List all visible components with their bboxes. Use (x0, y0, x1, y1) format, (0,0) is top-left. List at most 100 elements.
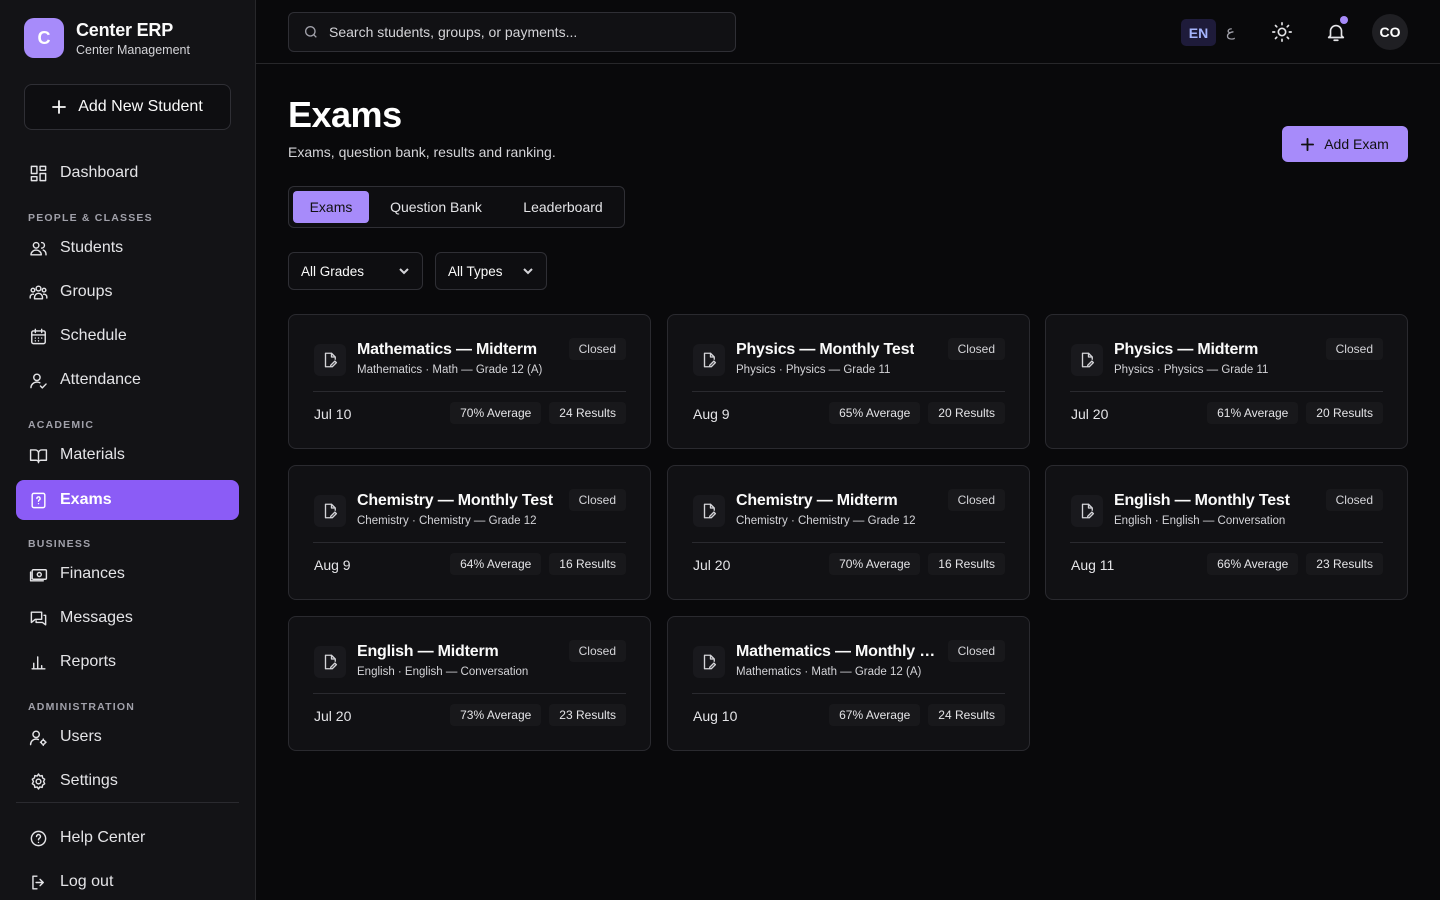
tab-exams[interactable]: Exams (293, 191, 369, 223)
add-exam-button[interactable]: Add Exam (1282, 126, 1408, 162)
sidebar-item-reports[interactable]: Reports (16, 642, 239, 682)
sidebar-item-logout[interactable]: Log out (16, 862, 239, 900)
exam-card[interactable]: English — Monthly Test English · English… (1045, 465, 1408, 600)
sidebar-item-settings[interactable]: Settings (16, 761, 239, 801)
exam-title: Mathematics — Monthly Test (736, 643, 936, 660)
exam-meta: Physics · Physics — Grade 11 (1114, 364, 1269, 376)
results-badge: 23 Results (1306, 553, 1383, 575)
exam-date: Aug 9 (693, 406, 730, 422)
sidebar-item-label: Dashboard (60, 164, 139, 181)
exam-card[interactable]: Mathematics — Monthly Test Mathematics ·… (667, 616, 1030, 751)
add-new-student-label: Add New Student (78, 98, 203, 115)
plus-icon (1301, 137, 1315, 151)
status-badge: Closed (568, 338, 626, 360)
bell-icon (1327, 24, 1345, 42)
search-box[interactable] (288, 12, 736, 52)
book-open-icon (28, 445, 48, 465)
status-badge: Closed (947, 489, 1005, 511)
sidebar-item-messages[interactable]: Messages (16, 598, 239, 638)
exam-icon (28, 490, 48, 510)
file-edit-icon (693, 344, 725, 376)
search-input[interactable] (329, 24, 709, 40)
exam-title: Physics — Midterm (1114, 341, 1259, 358)
notification-dot (1340, 16, 1348, 24)
card-divider (313, 693, 626, 694)
exam-card[interactable]: Chemistry — Midterm Chemistry · Chemistr… (667, 465, 1030, 600)
exam-title: Mathematics — Midterm (357, 341, 537, 358)
exam-title: Chemistry — Midterm (736, 492, 898, 509)
exam-card[interactable]: Physics — Monthly Test Physics · Physics… (667, 314, 1030, 449)
exam-card[interactable]: Mathematics — Midterm Mathematics · Math… (288, 314, 651, 449)
file-edit-icon (1071, 344, 1103, 376)
language-ar-button[interactable]: ع (1226, 22, 1235, 40)
file-edit-icon (314, 646, 346, 678)
exam-title: English — Monthly Test (1114, 492, 1290, 509)
card-divider (1070, 542, 1383, 543)
sidebar-item-exams[interactable]: Exams (16, 480, 239, 520)
average-badge: 70% Average (450, 402, 542, 424)
avatar[interactable]: CO (1372, 14, 1408, 50)
page-subtitle: Exams, question bank, results and rankin… (288, 144, 556, 160)
help-circle-icon (28, 828, 48, 848)
section-title-academic: ACADEMIC (28, 419, 95, 431)
section-title-business: BUSINESS (28, 538, 92, 550)
type-filter-select[interactable]: All Types (435, 252, 547, 290)
status-badge: Closed (947, 640, 1005, 662)
average-badge: 67% Average (829, 704, 921, 726)
sidebar-item-dashboard[interactable]: Dashboard (16, 153, 239, 193)
sidebar-item-label: Messages (60, 609, 133, 626)
sidebar-item-label: Attendance (60, 371, 141, 388)
bar-chart-icon (28, 652, 48, 672)
exam-card[interactable]: Chemistry — Monthly Test Chemistry · Che… (288, 465, 651, 600)
log-out-icon (28, 872, 48, 892)
calendar-icon (28, 326, 48, 346)
grade-filter-select[interactable]: All Grades (288, 252, 423, 290)
tab-question-bank[interactable]: Question Bank (379, 191, 493, 223)
exam-date: Jul 10 (314, 406, 352, 422)
file-edit-icon (693, 646, 725, 678)
card-divider (692, 391, 1005, 392)
average-badge: 73% Average (450, 704, 542, 726)
exam-date: Jul 20 (1071, 406, 1109, 422)
chevron-down-icon (523, 268, 533, 275)
average-badge: 66% Average (1207, 553, 1299, 575)
card-divider (313, 542, 626, 543)
sidebar-item-groups[interactable]: Groups (16, 272, 239, 312)
card-divider (1070, 391, 1383, 392)
exam-card[interactable]: Physics — Midterm Physics · Physics — Gr… (1045, 314, 1408, 449)
status-badge: Closed (1325, 338, 1383, 360)
section-title-people: PEOPLE & CLASSES (28, 212, 153, 224)
sidebar-item-materials[interactable]: Materials (16, 435, 239, 475)
sidebar-item-label: Groups (60, 283, 113, 300)
dashboard-icon (28, 163, 48, 183)
banknote-icon (28, 564, 48, 584)
card-divider (692, 542, 1005, 543)
language-en-button[interactable]: EN (1181, 19, 1216, 46)
sidebar-item-users[interactable]: Users (16, 717, 239, 757)
card-divider (313, 391, 626, 392)
average-badge: 64% Average (450, 553, 542, 575)
chevron-down-icon (399, 268, 409, 275)
brand[interactable]: C Center ERP Center Management (24, 18, 190, 58)
file-edit-icon (314, 344, 346, 376)
sidebar-item-label: Help Center (60, 829, 146, 846)
theme-toggle-button[interactable] (1264, 14, 1300, 50)
sidebar-item-students[interactable]: Students (16, 228, 239, 268)
notifications-button[interactable] (1318, 14, 1354, 50)
add-new-student-button[interactable]: Add New Student (24, 84, 231, 130)
section-title-administration: ADMINISTRATION (28, 701, 136, 713)
results-badge: 23 Results (549, 704, 626, 726)
sidebar-item-schedule[interactable]: Schedule (16, 316, 239, 356)
sidebar-item-finances[interactable]: Finances (16, 554, 239, 594)
exam-date: Aug 9 (314, 557, 351, 573)
average-badge: 70% Average (829, 553, 921, 575)
tab-leaderboard[interactable]: Leaderboard (509, 191, 617, 223)
groups-icon (28, 282, 48, 302)
status-badge: Closed (568, 640, 626, 662)
user-cog-icon (28, 727, 48, 747)
sidebar-item-attendance[interactable]: Attendance (16, 360, 239, 400)
exam-date: Jul 20 (314, 708, 352, 724)
sidebar-item-help[interactable]: Help Center (16, 818, 239, 858)
results-badge: 20 Results (928, 402, 1005, 424)
exam-card[interactable]: English — Midterm English · English — Co… (288, 616, 651, 751)
